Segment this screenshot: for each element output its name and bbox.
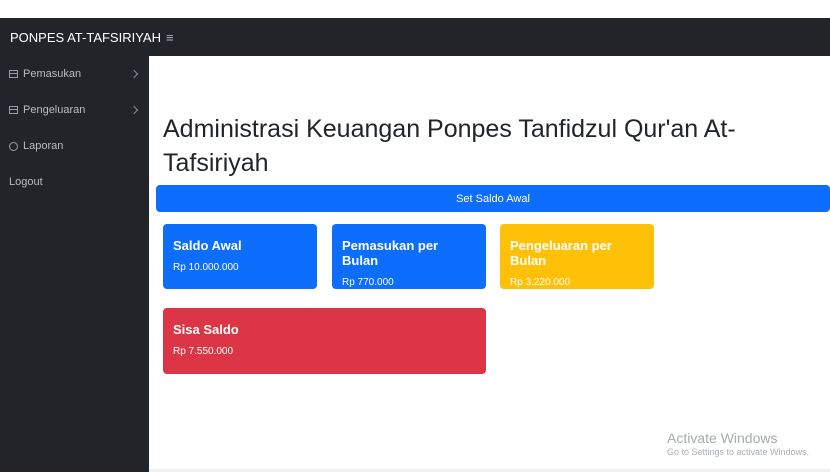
windows-activation-watermark: Activate Windows Go to Settings to activ…: [667, 430, 830, 457]
set-saldo-awal-button[interactable]: Set Saldo Awal: [156, 185, 830, 212]
page-title: Administrasi Keuangan Ponpes Tanfidzul Q…: [163, 115, 736, 177]
sidebar-item-pengeluaran[interactable]: Pengeluaran: [0, 92, 149, 128]
card-value: Rp 770.000: [342, 277, 394, 288]
main-content: Administrasi Keuangan Ponpes Tanfidzul Q…: [149, 56, 830, 472]
card-value: Rp 10.000.000: [173, 262, 239, 273]
card-title: Pemasukan per Bulan: [342, 238, 439, 268]
table-icon: [9, 106, 18, 114]
sidebar-item-laporan[interactable]: Laporan: [0, 128, 149, 164]
sidebar: Pemasukan Pengeluaran Laporan Logout: [0, 56, 149, 472]
card-saldo-awal: Saldo Awal Rp 10.000.000: [163, 224, 317, 289]
sidebar-item-label: Pengeluaran: [23, 104, 86, 116]
card-title: Pengeluaran per Bulan: [510, 238, 612, 268]
gauge-icon: [9, 141, 18, 151]
chevron-right-icon: [129, 105, 139, 115]
sidebar-item-label: Logout: [9, 176, 43, 188]
sidebar-item-logout[interactable]: Logout: [0, 164, 149, 200]
top-strip: [0, 0, 830, 18]
card-title: Saldo Awal: [173, 238, 242, 253]
sidebar-item-pemasukan[interactable]: Pemasukan: [0, 56, 149, 92]
table-icon: [9, 70, 18, 78]
card-pemasukan-per-bulan: Pemasukan per Bulan Rp 770.000: [332, 224, 486, 289]
menu-toggle-icon[interactable]: ≡: [166, 30, 174, 45]
watermark-title: Activate Windows: [667, 430, 778, 446]
sidebar-item-label: Pemasukan: [23, 68, 82, 80]
brand-logo-text[interactable]: PONPES AT-TAFSIRIYAH: [10, 30, 161, 45]
chevron-right-icon: [129, 69, 139, 79]
top-navbar: PONPES AT-TAFSIRIYAH ≡: [0, 18, 830, 56]
card-value: Rp 3.220.000: [510, 277, 571, 288]
card-pengeluaran-per-bulan: Pengeluaran per Bulan Rp 3.220.000: [500, 224, 654, 289]
sidebar-item-label: Laporan: [23, 140, 64, 152]
card-title: Sisa Saldo: [173, 322, 239, 337]
watermark-subtitle: Go to Settings to activate Windows.: [667, 447, 810, 457]
card-value: Rp 7.550.000: [173, 346, 234, 357]
card-sisa-saldo: Sisa Saldo Rp 7.550.000: [163, 308, 486, 374]
